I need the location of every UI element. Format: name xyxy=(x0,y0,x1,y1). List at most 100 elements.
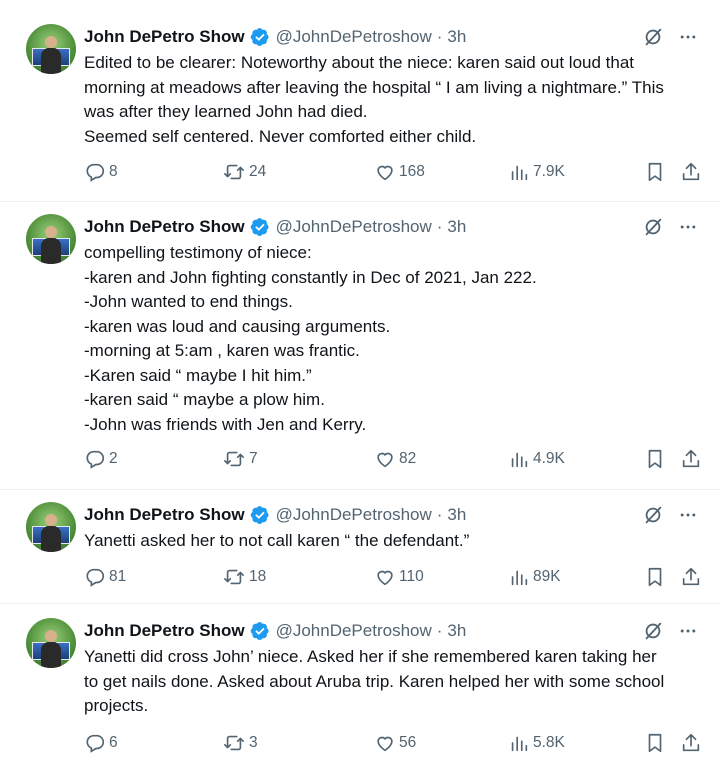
tweet-header: John DePetro Show @JohnDePetroshow · 3h xyxy=(84,502,696,528)
bookmark-button[interactable] xyxy=(644,732,666,754)
reply-count: 2 xyxy=(109,450,118,467)
timestamp[interactable]: 3h xyxy=(447,26,466,48)
author-handle[interactable]: @JohnDePetroshow xyxy=(276,216,432,238)
author-handle[interactable]: @JohnDePetroshow xyxy=(276,26,432,48)
like-count: 110 xyxy=(399,568,424,585)
verified-badge-icon xyxy=(250,218,269,236)
views-icon xyxy=(511,165,528,181)
author-name[interactable]: John DePetro Show xyxy=(84,216,245,238)
tweet-text-line: -karen was loud and causing arguments. xyxy=(84,316,391,336)
timestamp[interactable]: 3h xyxy=(447,504,466,526)
views-count: 5.8K xyxy=(533,734,565,751)
like-button[interactable]: 82 xyxy=(374,448,416,470)
action-bar: 2 7 82 4.9K xyxy=(84,447,700,471)
author-handle[interactable]: @JohnDePetroshow xyxy=(276,504,432,526)
tweet-text-line: projects. xyxy=(84,696,149,715)
more-icon[interactable] xyxy=(678,217,698,237)
share-button[interactable] xyxy=(680,161,702,183)
avatar[interactable] xyxy=(26,502,76,552)
dot-separator: · xyxy=(436,505,443,524)
retweet-button[interactable]: 3 xyxy=(222,732,258,754)
share-button[interactable] xyxy=(680,732,702,754)
dot-separator: · xyxy=(436,621,443,640)
like-icon xyxy=(377,452,393,468)
timestamp[interactable]: 3h xyxy=(447,216,466,238)
tweet-text-line: Yanetti asked her to not call karen “ th… xyxy=(84,531,470,550)
bookmark-button[interactable] xyxy=(644,566,666,588)
timestamp[interactable]: 3h xyxy=(447,620,466,642)
share-icon xyxy=(682,449,700,468)
views-icon xyxy=(511,570,528,586)
tweet-text-line: to get nails done. Asked about Aruba tri… xyxy=(84,671,665,691)
retweet-count: 3 xyxy=(249,734,258,751)
tweet-text: Yanetti did cross John’ niece. Asked her… xyxy=(84,645,692,719)
tweet-text: Yanetti asked her to not call karen “ th… xyxy=(84,529,692,554)
verified-badge-icon xyxy=(250,622,269,640)
action-bar: 6 3 56 5.8K xyxy=(84,731,700,755)
reply-button[interactable]: 8 xyxy=(84,161,118,183)
tweet-header: John DePetro Show @JohnDePetroshow · 3h xyxy=(84,214,696,240)
avatar[interactable] xyxy=(26,214,76,264)
tweet[interactable]: John DePetro Show @JohnDePetroshow · 3h … xyxy=(0,490,720,604)
dot-separator: · xyxy=(436,27,443,46)
tweet-text-line: compelling testimony of niece: xyxy=(84,243,312,262)
like-count: 82 xyxy=(399,450,417,467)
bookmark-button[interactable] xyxy=(644,161,666,183)
author-handle[interactable]: @JohnDePetroshow xyxy=(276,620,432,642)
share-icon xyxy=(682,162,700,181)
grok-icon[interactable] xyxy=(642,26,664,48)
like-button[interactable]: 110 xyxy=(374,566,424,588)
reply-icon xyxy=(86,734,105,753)
tweet-text-line: -karen and John fighting constantly in D… xyxy=(84,267,537,287)
grok-icon[interactable] xyxy=(642,216,664,238)
tweet-text-line: -morning at 5:am , karen was frantic. xyxy=(84,341,360,360)
like-icon xyxy=(377,570,393,586)
views-button[interactable]: 4.9K xyxy=(508,448,565,470)
author-name[interactable]: John DePetro Show xyxy=(84,504,245,526)
reply-count: 81 xyxy=(109,568,127,585)
more-icon[interactable] xyxy=(678,27,698,47)
tweet-text-line: Yanetti did cross John’ niece. Asked her… xyxy=(84,647,657,666)
views-count: 7.9K xyxy=(533,163,565,180)
more-icon[interactable] xyxy=(678,505,698,525)
tweet-text: Edited to be clearer: Noteworthy about t… xyxy=(84,51,692,149)
action-bar: 81 18 110 89K xyxy=(84,565,700,589)
tweet-text-line: -John wanted to end things. xyxy=(84,292,293,311)
retweet-button[interactable]: 18 xyxy=(222,566,266,588)
share-button[interactable] xyxy=(680,448,702,470)
like-icon xyxy=(377,165,393,181)
views-button[interactable]: 5.8K xyxy=(508,732,565,754)
share-button[interactable] xyxy=(680,566,702,588)
tweet[interactable]: John DePetro Show @JohnDePetroshow · 3h … xyxy=(0,0,720,202)
retweet-icon xyxy=(224,569,244,585)
reply-button[interactable]: 2 xyxy=(84,448,118,470)
dot-separator: · xyxy=(436,217,443,236)
reply-icon xyxy=(86,568,105,587)
bookmark-icon xyxy=(648,567,662,587)
retweet-button[interactable]: 7 xyxy=(222,448,258,470)
author-name[interactable]: John DePetro Show xyxy=(84,26,245,48)
tweet-text-line: Seemed self centered. Never comforted ei… xyxy=(84,126,477,146)
more-icon[interactable] xyxy=(678,621,698,641)
grok-icon[interactable] xyxy=(642,620,664,642)
like-button[interactable]: 56 xyxy=(374,732,416,754)
avatar[interactable] xyxy=(26,24,76,74)
author-name[interactable]: John DePetro Show xyxy=(84,620,245,642)
avatar[interactable] xyxy=(26,618,76,668)
share-icon xyxy=(682,567,700,586)
reply-count: 6 xyxy=(109,734,118,751)
tweet[interactable]: John DePetro Show @JohnDePetroshow · 3h … xyxy=(0,202,720,490)
reply-button[interactable]: 81 xyxy=(84,566,126,588)
views-button[interactable]: 7.9K xyxy=(508,161,565,183)
retweet-button[interactable]: 24 xyxy=(222,161,266,183)
like-button[interactable]: 168 xyxy=(374,161,425,183)
grok-icon[interactable] xyxy=(642,504,664,526)
tweet[interactable]: John DePetro Show @JohnDePetroshow · 3h … xyxy=(0,604,720,772)
bookmark-icon xyxy=(648,162,662,182)
bookmark-icon xyxy=(648,733,662,753)
tweet-text: compelling testimony of niece: -karen an… xyxy=(84,241,692,437)
reply-button[interactable]: 6 xyxy=(84,732,118,754)
views-button[interactable]: 89K xyxy=(508,566,561,588)
bookmark-button[interactable] xyxy=(644,448,666,470)
views-count: 4.9K xyxy=(533,450,565,467)
